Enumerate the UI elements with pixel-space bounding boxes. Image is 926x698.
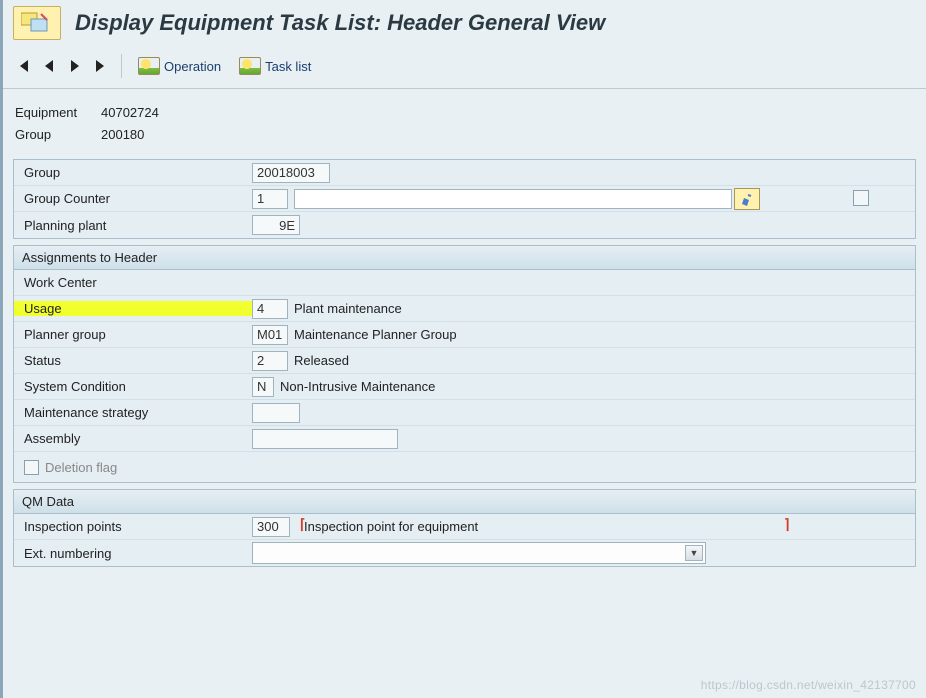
equipment-value: 40702724 xyxy=(101,105,159,120)
usage-description: Plant maintenance xyxy=(294,301,402,316)
inspection-points-description: Inspection point for equipment xyxy=(304,519,478,534)
toolbar-separator xyxy=(121,54,122,78)
group-label: Group xyxy=(15,127,101,142)
group-counter-field[interactable]: 1 xyxy=(252,189,288,209)
tasklist-button[interactable]: Task list xyxy=(233,55,317,77)
nav-next-button[interactable] xyxy=(65,54,85,78)
usage-field[interactable]: 4 xyxy=(252,299,288,319)
assignments-panel: Assignments to Header Work Center Usage … xyxy=(13,245,916,483)
assembly-field[interactable] xyxy=(252,429,398,449)
status-field[interactable]: 2 xyxy=(252,351,288,371)
bracket-right-icon: ⌉ xyxy=(784,516,789,533)
operation-button[interactable]: Operation xyxy=(132,55,227,77)
inspection-points-field[interactable]: 300 xyxy=(252,517,290,537)
system-condition-field[interactable]: N xyxy=(252,377,274,397)
inspection-points-label: Inspection points xyxy=(14,519,252,534)
tasklist-icon xyxy=(239,57,261,75)
ext-numbering-select[interactable]: ▼ xyxy=(252,542,706,564)
status-label: Status xyxy=(14,353,252,368)
group-field-label: Group xyxy=(14,165,252,180)
header-fields-panel: Group 20018003 Group Counter 1 Planning … xyxy=(13,159,916,239)
planner-group-label: Planner group xyxy=(14,327,252,342)
long-text-button[interactable] xyxy=(734,188,760,210)
watermark: https://blog.csdn.net/weixin_42137700 xyxy=(701,678,916,692)
page-title: Display Equipment Task List: Header Gene… xyxy=(75,10,605,36)
group-field[interactable]: 20018003 xyxy=(252,163,330,183)
system-condition-description: Non-Intrusive Maintenance xyxy=(280,379,435,394)
operation-label: Operation xyxy=(164,59,221,74)
header-checkbox[interactable] xyxy=(853,190,869,206)
group-counter-label: Group Counter xyxy=(14,191,252,206)
usage-label: Usage xyxy=(14,301,252,316)
toolbar: Operation Task list xyxy=(3,50,926,89)
maintenance-strategy-field[interactable] xyxy=(252,403,300,423)
assembly-label: Assembly xyxy=(14,431,252,446)
nav-last-button[interactable] xyxy=(91,54,111,78)
equipment-label: Equipment xyxy=(15,105,101,120)
assignments-header: Assignments to Header xyxy=(14,246,915,270)
group-counter-description[interactable] xyxy=(294,189,732,209)
maintenance-strategy-label: Maintenance strategy xyxy=(14,405,252,420)
qm-data-panel: QM Data Inspection points 300 ⌈ Inspecti… xyxy=(13,489,916,567)
deletion-flag-label: Deletion flag xyxy=(45,460,117,475)
planning-plant-label: Planning plant xyxy=(14,218,252,233)
qm-data-header: QM Data xyxy=(14,490,915,514)
chevron-down-icon: ▼ xyxy=(685,545,703,561)
bracket-left-icon: ⌈ xyxy=(300,516,305,533)
app-icon xyxy=(13,6,61,40)
group-value: 200180 xyxy=(101,127,144,142)
planner-group-description: Maintenance Planner Group xyxy=(294,327,457,342)
tasklist-label: Task list xyxy=(265,59,311,74)
nav-first-button[interactable] xyxy=(13,54,33,78)
top-info-block: Equipment 40702724 Group 200180 xyxy=(3,89,926,153)
planning-plant-field[interactable]: 9E xyxy=(252,215,300,235)
nav-prev-button[interactable] xyxy=(39,54,59,78)
system-condition-label: System Condition xyxy=(14,379,252,394)
planner-group-field[interactable]: M01 xyxy=(252,325,288,345)
status-description: Released xyxy=(294,353,349,368)
deletion-flag-checkbox[interactable] xyxy=(24,460,39,475)
work-center-label: Work Center xyxy=(14,275,252,290)
ext-numbering-label: Ext. numbering xyxy=(14,546,252,561)
operation-icon xyxy=(138,57,160,75)
